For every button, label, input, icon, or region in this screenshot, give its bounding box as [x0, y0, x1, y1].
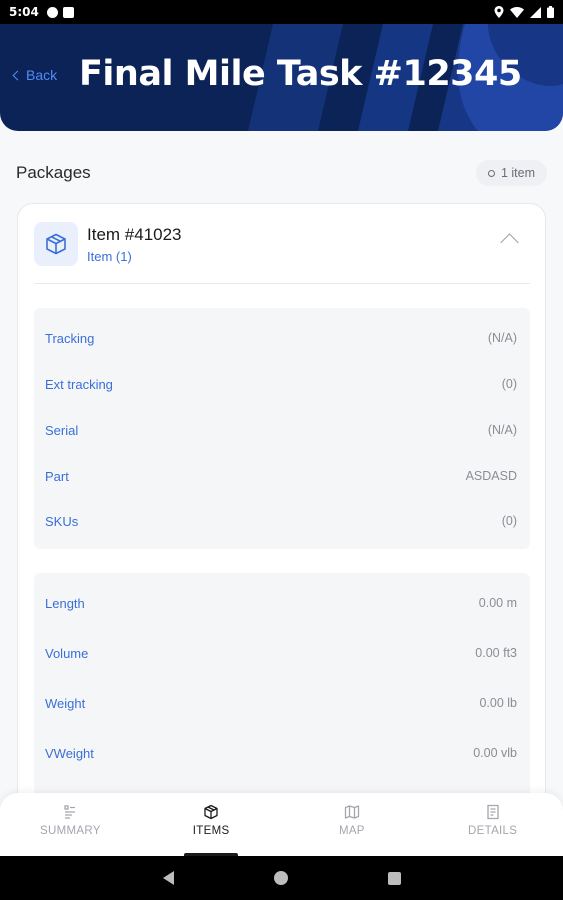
detail-label: Serial	[45, 423, 79, 438]
package-icon	[34, 222, 78, 266]
system-home-icon[interactable]	[273, 871, 288, 885]
detail-value: 0.00 m	[478, 596, 517, 610]
bottom-nav: SUMMARY ITEMS MAP DETAILS	[0, 793, 563, 856]
detail-row-skus: SKUs (0)	[34, 510, 530, 534]
item-count-label: 1 item	[500, 166, 535, 180]
item-count-badge: 1 item	[475, 160, 547, 186]
page-title: Final Mile Task #12345	[79, 54, 522, 94]
system-nav-bar	[0, 856, 563, 900]
detail-label: Tracking	[45, 331, 95, 346]
system-recents-icon[interactable]	[387, 871, 401, 885]
detail-label: SKUs	[45, 514, 79, 529]
detail-label: VWeight	[45, 746, 94, 761]
notification-icon	[46, 6, 58, 18]
badge-dot-icon	[487, 169, 495, 177]
detail-row-volume: Volume 0.00 ft3	[34, 642, 530, 666]
detail-value: (N/A)	[487, 331, 517, 345]
identifiers-group: Tracking (N/A) Ext tracking (0) Serial (…	[34, 308, 530, 549]
tab-label: SUMMARY	[40, 825, 101, 837]
signal-icon	[530, 6, 541, 18]
app-header: Back Final Mile Task #12345	[0, 24, 563, 131]
detail-row-part: Part ASDASD	[34, 465, 530, 489]
tab-summary[interactable]: SUMMARY	[0, 793, 141, 856]
detail-label: Part	[45, 469, 69, 484]
map-icon	[344, 805, 360, 819]
app-notification-icon	[62, 6, 74, 18]
detail-value: (0)	[501, 514, 517, 528]
location-icon	[494, 6, 504, 18]
wifi-icon	[510, 6, 524, 18]
detail-label: Weight	[45, 696, 86, 711]
item-header[interactable]: Item #41023 Item (1)	[34, 222, 530, 284]
item-subtitle: Item (1)	[87, 249, 132, 264]
tab-label: MAP	[338, 825, 365, 837]
box-icon	[204, 804, 218, 820]
summary-icon	[64, 805, 76, 819]
tab-label: ITEMS	[192, 825, 230, 837]
dimensions-group: Length 0.00 m Volume 0.00 ft3 Weight 0.0…	[34, 573, 530, 803]
detail-row-ext-tracking: Ext tracking (0)	[34, 373, 530, 397]
detail-row-length: Length 0.00 m	[34, 592, 530, 616]
chevron-left-icon	[12, 70, 23, 81]
back-label: Back	[26, 67, 58, 83]
packages-title: Packages	[16, 163, 91, 182]
tab-map[interactable]: MAP	[282, 793, 423, 856]
detail-label: Length	[45, 596, 85, 611]
detail-value: ASDASD	[465, 469, 517, 483]
package-card: Item #41023 Item (1) Tracking (N/A) Ext …	[17, 203, 546, 843]
detail-row-vweight: VWeight 0.00 vlb	[34, 742, 530, 766]
item-title: Item #41023	[87, 225, 182, 244]
back-button[interactable]: Back	[12, 67, 58, 83]
battery-icon	[547, 6, 554, 18]
detail-row-tracking: Tracking (N/A)	[34, 327, 530, 351]
tab-items[interactable]: ITEMS	[141, 793, 282, 856]
detail-row-serial: Serial (N/A)	[34, 419, 530, 443]
detail-value: 0.00 lb	[479, 696, 517, 710]
status-time: 5:04	[9, 5, 39, 19]
detail-value: 0.00 vlb	[473, 746, 517, 760]
detail-label: Ext tracking	[45, 377, 113, 392]
detail-value: (0)	[501, 377, 517, 391]
detail-row-weight: Weight 0.00 lb	[34, 692, 530, 716]
status-bar: 5:04	[0, 0, 563, 24]
detail-value: 0.00 ft3	[475, 646, 517, 660]
detail-label: Volume	[45, 646, 89, 661]
tab-label: DETAILS	[468, 825, 518, 837]
details-icon	[486, 804, 499, 820]
chevron-up-icon[interactable]	[500, 233, 519, 252]
tab-details[interactable]: DETAILS	[422, 793, 563, 856]
detail-value: (N/A)	[487, 423, 517, 437]
system-back-icon[interactable]	[162, 871, 174, 885]
